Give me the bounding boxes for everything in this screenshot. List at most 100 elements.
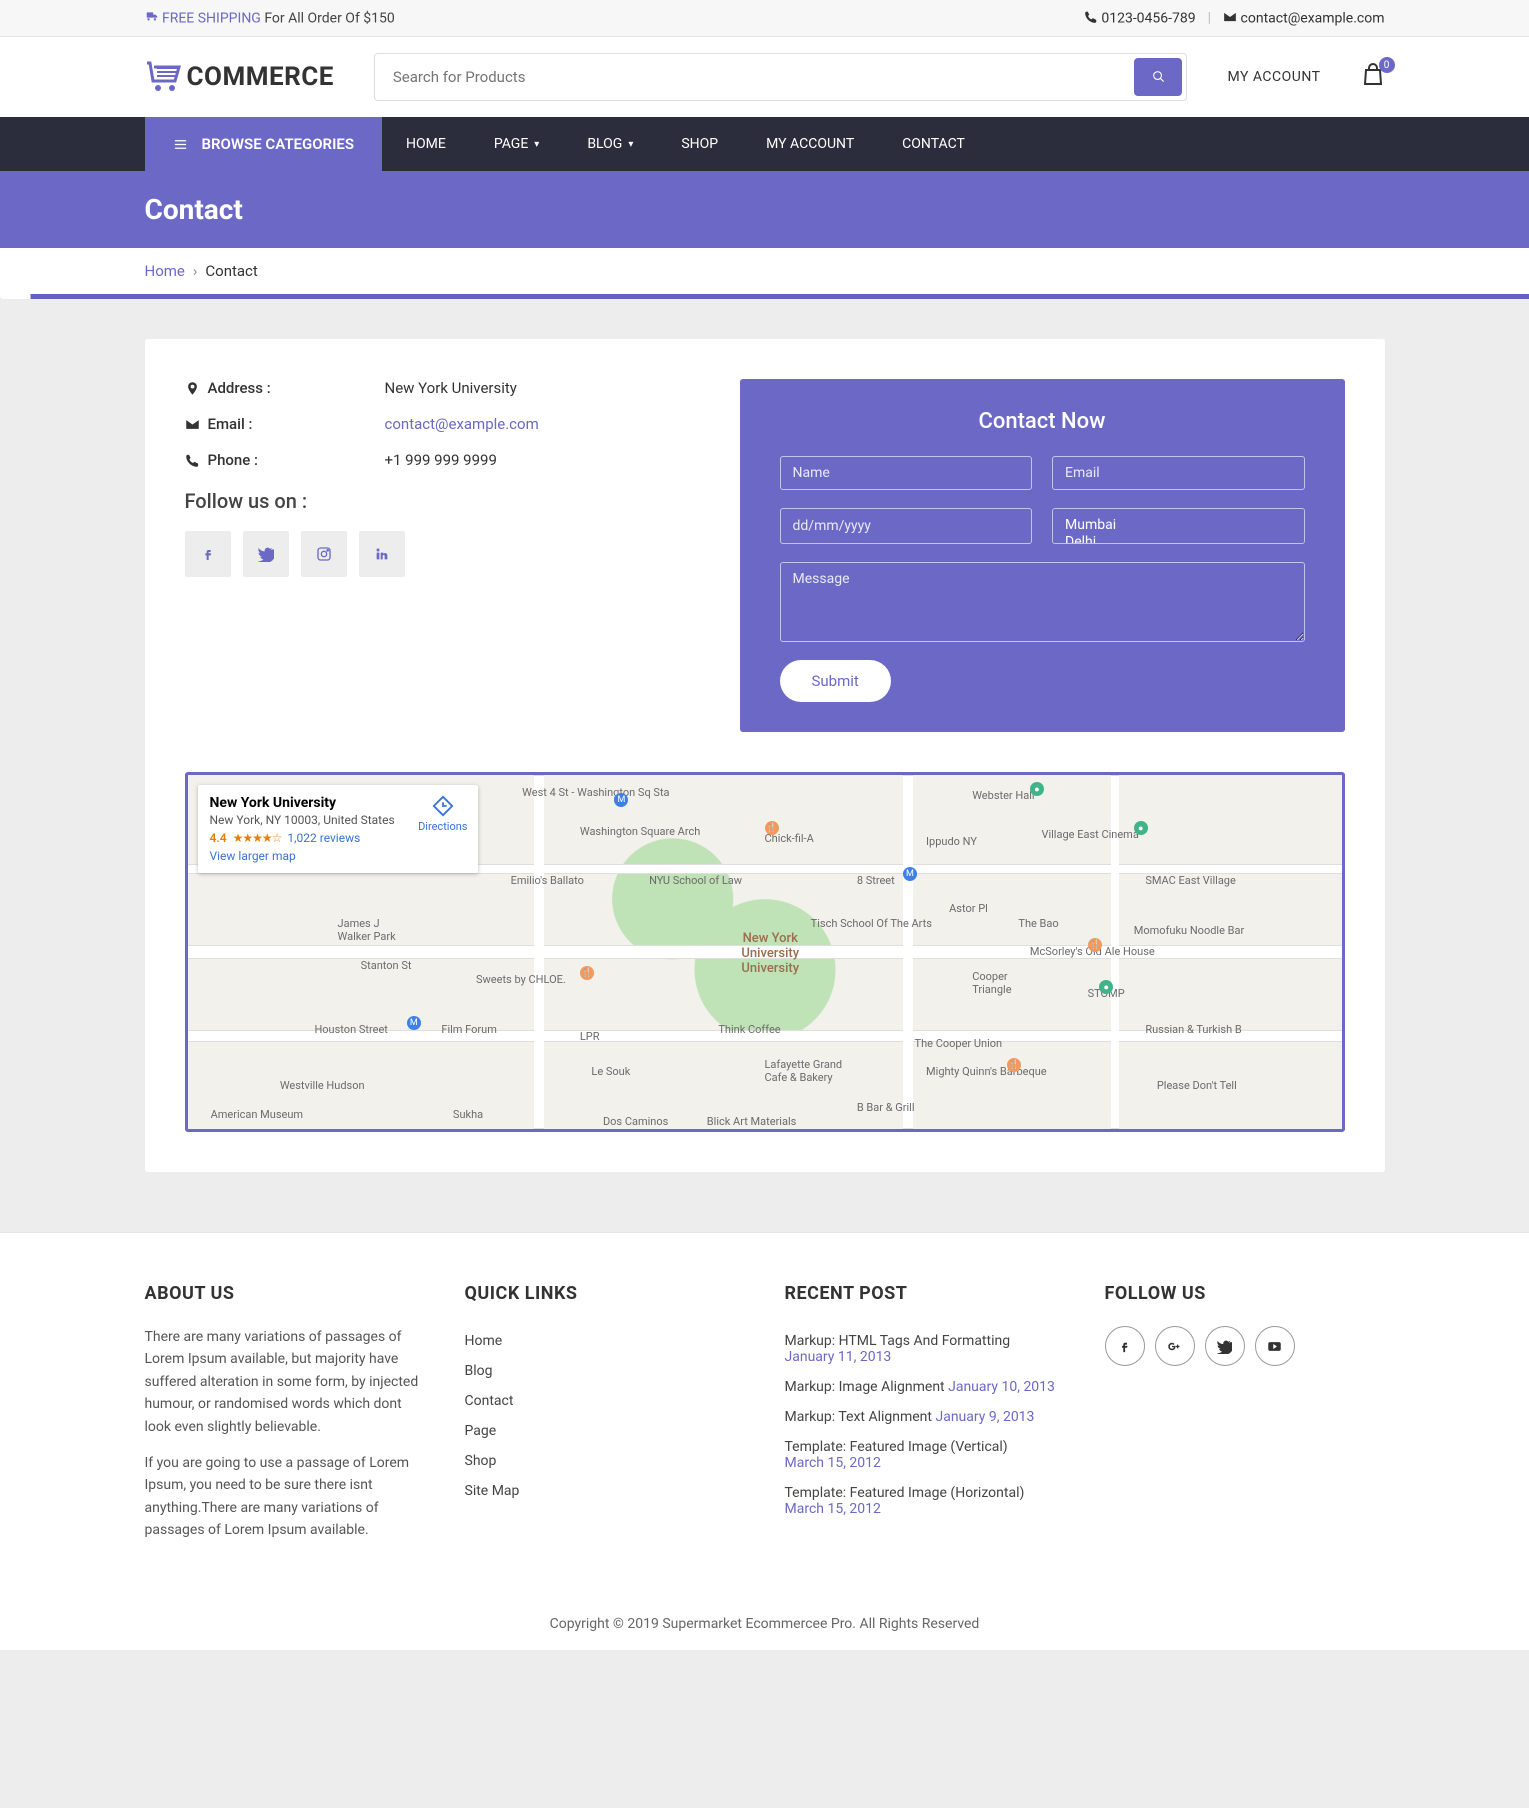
twitter-icon: [258, 546, 274, 562]
my-account-link[interactable]: MY ACCOUNT: [1227, 69, 1320, 85]
phone-icon: [185, 453, 200, 468]
map-label: Blick Art Materials: [707, 1115, 797, 1128]
map-label: Please Don't Tell: [1157, 1079, 1237, 1092]
instagram-button[interactable]: [301, 531, 347, 577]
map-label: Lafayette Grand Cafe & Bakery: [765, 1058, 843, 1084]
footer-gplus[interactable]: [1155, 1326, 1195, 1366]
cart-button[interactable]: 0: [1361, 63, 1385, 91]
topbar-email[interactable]: contact@example.com: [1223, 10, 1384, 26]
footer-link[interactable]: Blog: [465, 1363, 493, 1379]
map-label: Houston Street: [314, 1023, 387, 1036]
footer-post-link[interactable]: Template: Featured Image (Horizontal): [785, 1485, 1025, 1501]
map-pin-icon: 🍴: [1007, 1058, 1021, 1072]
footer-link[interactable]: Home: [465, 1333, 503, 1349]
submit-button[interactable]: Submit: [780, 660, 891, 702]
map-label: SMAC East Village: [1145, 874, 1236, 887]
map-label: NYU School of Law: [649, 874, 742, 887]
search-button[interactable]: [1134, 58, 1182, 96]
footer-link[interactable]: Page: [465, 1423, 497, 1439]
map-pin-icon: 🍴: [765, 821, 779, 835]
message-input[interactable]: [780, 562, 1305, 642]
map-road: [534, 775, 544, 1129]
topbar-phone: 0123-0456-789: [1084, 10, 1196, 26]
contact-address: New York University: [385, 379, 517, 397]
map-label: Dos Caminos: [603, 1115, 668, 1128]
divider: |: [1208, 10, 1211, 26]
map-info-card: Directions New York University New York,…: [198, 785, 478, 873]
map-label: American Museum: [211, 1108, 304, 1121]
map-label: James J Walker Park: [338, 917, 396, 943]
footer-heading: ABOUT US: [145, 1283, 425, 1304]
contact-info: Address : New York University Email : co…: [185, 379, 710, 732]
contact-form: Contact Now Mumbai Delhi: [740, 379, 1345, 732]
map-road: [903, 775, 913, 1129]
map-directions[interactable]: Directions: [418, 795, 467, 833]
map-label: Washington Square Arch: [580, 825, 700, 838]
nav-shop[interactable]: SHOP: [657, 118, 742, 170]
footer-facebook[interactable]: [1105, 1326, 1145, 1366]
instagram-icon: [316, 546, 332, 562]
footer-link[interactable]: Site Map: [465, 1483, 520, 1499]
footer-heading: RECENT POST: [785, 1283, 1065, 1304]
browse-categories[interactable]: BROWSE CATEGORIES: [145, 117, 383, 171]
nav-my-account[interactable]: MY ACCOUNT: [742, 118, 878, 170]
phone-icon: [1084, 10, 1098, 24]
facebook-icon: [1117, 1339, 1132, 1354]
footer-follow: FOLLOW US: [1105, 1283, 1385, 1556]
footer-youtube[interactable]: [1255, 1326, 1295, 1366]
email-input[interactable]: [1052, 456, 1305, 490]
contact-phone: +1 999 999 9999: [385, 451, 497, 469]
footer-link[interactable]: Shop: [465, 1453, 497, 1469]
footer-link[interactable]: Contact: [465, 1393, 514, 1409]
footer-post-link[interactable]: Markup: Text Alignment: [785, 1409, 933, 1425]
page-title-bar: Contact: [0, 171, 1529, 248]
menu-icon: [173, 137, 188, 152]
map-pin-icon: 🍴: [580, 966, 594, 980]
search-input[interactable]: [379, 58, 1135, 96]
nav-home[interactable]: HOME: [382, 118, 470, 170]
map[interactable]: New York University University Washingto…: [185, 772, 1345, 1132]
footer-post-link[interactable]: Markup: Image Alignment: [785, 1379, 945, 1395]
breadcrumb: Home › Contact: [0, 248, 1529, 294]
footer-post-link[interactable]: Markup: HTML Tags And Formatting: [785, 1333, 1011, 1349]
map-label: West 4 St - Washington Sq Sta: [522, 786, 669, 799]
footer-text: There are many variations of passages of…: [145, 1326, 425, 1438]
footer-post-link[interactable]: Template: Featured Image (Vertical): [785, 1439, 1008, 1455]
free-shipping-link[interactable]: FREE SHIPPING: [162, 10, 261, 26]
city-select[interactable]: Mumbai Delhi: [1052, 508, 1305, 544]
footer-twitter[interactable]: [1205, 1326, 1245, 1366]
footer-text: If you are going to use a passage of Lor…: [145, 1452, 425, 1542]
crumb-home[interactable]: Home: [145, 262, 185, 280]
logo-text: COMMERCE: [187, 62, 334, 92]
footer-heading: QUICK LINKS: [465, 1283, 745, 1304]
map-label: Mighty Quinn's Barbeque: [926, 1065, 1047, 1078]
map-label: Le Souk: [591, 1065, 630, 1078]
map-pin-icon: 🍴: [1088, 938, 1102, 952]
truck-icon: [145, 10, 159, 24]
contact-email[interactable]: contact@example.com: [385, 415, 539, 433]
name-input[interactable]: [780, 456, 1033, 490]
nav-page[interactable]: PAGE▾: [470, 118, 563, 170]
map-label: Cooper Triangle: [972, 970, 1011, 996]
logo[interactable]: COMMERCE: [145, 61, 334, 93]
map-label: Russian & Turkish B: [1145, 1023, 1241, 1036]
nav-contact[interactable]: CONTACT: [878, 118, 989, 170]
map-label: Emilio's Ballato: [511, 874, 584, 887]
google-plus-icon: [1167, 1339, 1182, 1354]
crumb-current: Contact: [205, 262, 257, 280]
envelope-icon: [185, 417, 200, 432]
map-reviews[interactable]: 1,022 reviews: [287, 831, 360, 845]
facebook-button[interactable]: [185, 531, 231, 577]
follow-heading: Follow us on :: [185, 489, 710, 513]
envelope-icon: [1223, 10, 1237, 24]
footer-about: ABOUT US There are many variations of pa…: [145, 1283, 425, 1556]
linkedin-button[interactable]: [359, 531, 405, 577]
twitter-button[interactable]: [243, 531, 289, 577]
view-larger-map[interactable]: View larger map: [210, 849, 296, 863]
post-date: January 11, 2013: [785, 1349, 892, 1365]
form-title: Contact Now: [780, 409, 1305, 434]
main-nav: BROWSE CATEGORIES HOME PAGE▾ BLOG▾ SHOP …: [0, 117, 1529, 171]
footer-recent-posts: RECENT POST Markup: HTML Tags And Format…: [785, 1283, 1065, 1556]
date-input[interactable]: [780, 508, 1033, 544]
nav-blog[interactable]: BLOG▾: [563, 118, 657, 170]
